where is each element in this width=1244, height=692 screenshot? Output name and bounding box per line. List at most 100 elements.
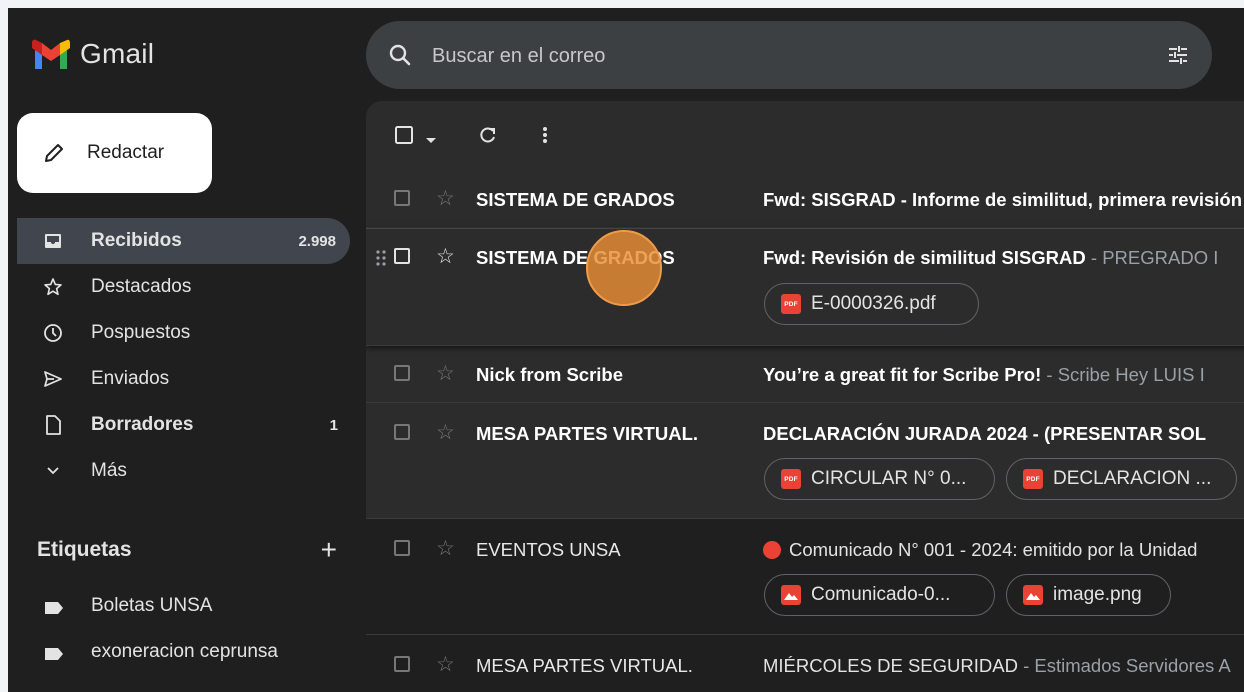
email-sender: SISTEMA DE GRADOS	[476, 189, 675, 210]
email-subject-line: Fwd: SISGRAD - Informe de similitud, pri…	[763, 189, 1244, 211]
attachment-chip[interactable]: PDF CIRCULAR N° 0...	[764, 458, 995, 500]
sidebar-label-exoneracion[interactable]: exoneracion ceprunsa	[17, 629, 347, 675]
email-subject: DECLARACIÓN JURADA 2024 - (PRESENTAR SOL	[763, 423, 1207, 444]
compose-button[interactable]: Redactar	[17, 113, 212, 193]
row-checkbox[interactable]	[394, 540, 410, 556]
label-name: Boletas UNSA	[91, 595, 213, 616]
chevron-down-icon	[43, 461, 63, 481]
email-subject-line: DECLARACIÓN JURADA 2024 - (PRESENTAR SOL	[763, 423, 1244, 445]
email-row[interactable]: ☆ EVENTOS UNSA Comunicado N° 001 - 2024:…	[366, 519, 1244, 635]
email-subject-line: Comunicado N° 001 - 2024: emitido por la…	[763, 539, 1244, 561]
unread-count: 2.998	[298, 232, 336, 250]
labels-header: Etiquetas +	[37, 534, 337, 565]
email-snippet: - Estimados Servidores A	[1017, 655, 1231, 676]
attachment-chip[interactable]: Comunicado-0...	[764, 574, 995, 616]
email-row[interactable]: ☆ Nick from Scribe You’re a great fit fo…	[366, 346, 1244, 403]
pdf-icon: PDF	[1023, 469, 1043, 489]
attachment-name: DECLARACION ...	[1053, 468, 1212, 489]
email-row[interactable]: ☆ MESA PARTES VIRTUAL. DECLARACIÓN JURAD…	[366, 403, 1244, 519]
email-subject-line: MIÉRCOLES DE SEGURIDAD - Estimados Servi…	[763, 655, 1244, 677]
star-icon[interactable]: ☆	[436, 538, 455, 559]
draft-icon	[43, 415, 63, 435]
row-checkbox[interactable]	[394, 190, 410, 206]
email-subject: Fwd: Revisión de similitud SISGRAD	[763, 247, 1086, 268]
attachment-name: CIRCULAR N° 0...	[811, 468, 967, 489]
sidebar-item-label: Recibidos	[91, 230, 182, 251]
list-toolbar	[366, 101, 1244, 171]
email-sender: MESA PARTES VIRTUAL.	[476, 423, 699, 444]
email-subject: MIÉRCOLES DE SEGURIDAD	[763, 655, 1018, 676]
refresh-icon[interactable]	[478, 125, 498, 150]
select-all-checkbox[interactable]	[394, 125, 414, 150]
row-checkbox[interactable]	[394, 365, 410, 381]
email-row[interactable]: ☆ SISTEMA DE GRADOS Fwd: SISGRAD - Infor…	[366, 171, 1244, 228]
tune-icon[interactable]	[1166, 43, 1190, 72]
attachment-name: Comunicado-0...	[811, 584, 951, 605]
label-name: exoneracion ceprunsa	[91, 641, 278, 662]
more-vert-icon[interactable]	[542, 125, 548, 150]
compose-label: Redactar	[87, 142, 165, 163]
red-circle-icon	[763, 541, 781, 559]
star-icon[interactable]: ☆	[436, 654, 455, 675]
row-checkbox[interactable]	[394, 424, 410, 440]
star-icon[interactable]: ☆	[436, 422, 455, 443]
search-icon[interactable]	[388, 43, 412, 72]
email-subject: You’re a great fit for Scribe Pro!	[763, 364, 1042, 385]
pdf-icon: PDF	[781, 294, 801, 314]
attachment-chip[interactable]: PDF E-0000326.pdf	[764, 283, 979, 325]
sidebar-nav: Recibidos 2.998 Destacados Pospuestos En…	[17, 218, 352, 494]
sidebar-item-label: Pospuestos	[91, 322, 191, 343]
drag-handle-icon[interactable]	[375, 249, 387, 272]
gmail-logo-text: Gmail	[80, 38, 155, 69]
send-icon	[43, 369, 63, 389]
email-row[interactable]: ☆ SISTEMA DE GRADOS Fwd: Revisión de sim…	[366, 228, 1244, 346]
email-subject: Fwd: SISGRAD - Informe de similitud, pri…	[763, 189, 1243, 210]
dropdown-arrow-icon[interactable]	[426, 131, 436, 149]
email-snippet: - PREGRADO I	[1085, 247, 1219, 268]
email-sender: MESA PARTES VIRTUAL.	[476, 655, 693, 676]
email-subject-line: Fwd: Revisión de similitud SISGRAD - PRE…	[763, 247, 1244, 269]
row-checkbox[interactable]	[394, 248, 410, 264]
email-row[interactable]: ☆ MESA PARTES VIRTUAL. MIÉRCOLES DE SEGU…	[366, 635, 1244, 692]
image-icon	[1023, 585, 1043, 605]
sidebar-item-drafts[interactable]: Borradores 1	[17, 402, 352, 448]
pdf-icon: PDF	[781, 469, 801, 489]
sidebar-item-snoozed[interactable]: Pospuestos	[17, 310, 352, 356]
clock-icon	[43, 323, 63, 343]
email-snippet: - Scribe Hey LUIS I	[1041, 364, 1205, 385]
email-sender: EVENTOS UNSA	[476, 539, 621, 560]
add-label-button[interactable]: +	[321, 534, 337, 566]
star-icon	[43, 277, 63, 297]
star-icon[interactable]: ☆	[436, 188, 455, 209]
star-icon[interactable]: ☆	[436, 246, 455, 267]
sidebar-item-starred[interactable]: Destacados	[17, 264, 352, 310]
sidebar-item-label: Borradores	[91, 414, 194, 435]
click-indicator	[586, 230, 662, 306]
star-icon[interactable]: ☆	[436, 363, 455, 384]
sidebar-item-label: Más	[91, 460, 127, 481]
sidebar-item-label: Enviados	[91, 368, 170, 389]
attachment-name: E-0000326.pdf	[811, 293, 936, 314]
pencil-icon	[45, 144, 63, 162]
attachment-name: image.png	[1053, 584, 1142, 605]
sidebar-label-boletas[interactable]: Boletas UNSA	[17, 583, 347, 629]
sidebar-item-inbox[interactable]: Recibidos 2.998	[17, 218, 350, 264]
gmail-logo[interactable]: Gmail	[32, 38, 154, 70]
label-icon	[44, 599, 64, 621]
sidebar-item-sent[interactable]: Enviados	[17, 356, 352, 402]
attachment-chip[interactable]: image.png	[1006, 574, 1171, 616]
sidebar-item-label: Destacados	[91, 276, 192, 297]
search-bar	[366, 21, 1212, 89]
image-icon	[781, 585, 801, 605]
email-list-panel: ☆ SISTEMA DE GRADOS Fwd: SISGRAD - Infor…	[366, 101, 1244, 692]
label-icon	[44, 645, 64, 667]
search-input[interactable]	[430, 35, 1134, 77]
attachment-chip[interactable]: PDF DECLARACION ...	[1006, 458, 1237, 500]
inbox-icon	[43, 231, 63, 251]
email-sender: Nick from Scribe	[476, 364, 624, 385]
email-subject-line: You’re a great fit for Scribe Pro! - Scr…	[763, 364, 1244, 386]
sidebar-item-more[interactable]: Más	[17, 448, 352, 494]
row-checkbox[interactable]	[394, 656, 410, 672]
draft-count: 1	[329, 416, 338, 434]
gmail-m-icon	[32, 39, 70, 69]
